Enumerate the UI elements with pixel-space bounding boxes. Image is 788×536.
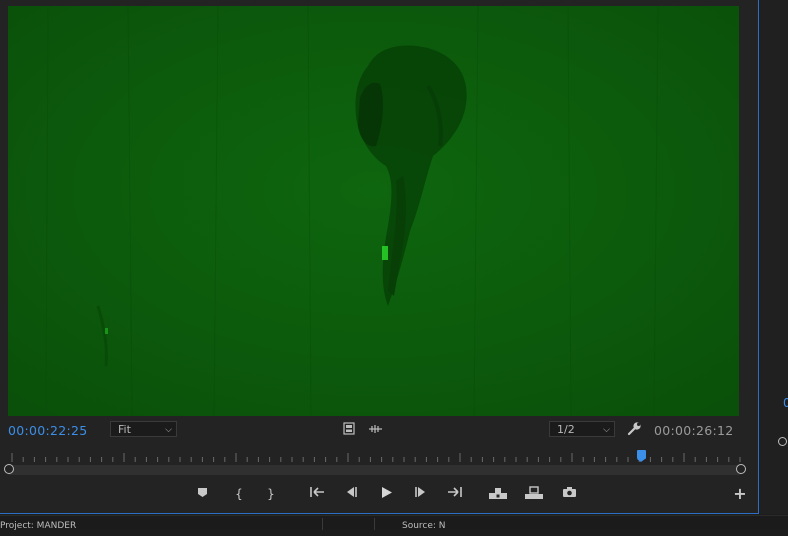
play-button[interactable] — [378, 486, 394, 502]
tab-divider — [374, 518, 375, 530]
go-to-out-button[interactable] — [446, 486, 464, 502]
right-panel-track-handle[interactable] — [778, 437, 787, 446]
step-forward-icon — [415, 487, 425, 497]
scrub-track[interactable] — [8, 465, 741, 475]
go-to-in-icon — [310, 487, 324, 497]
duration-timecode: 00:00:26:12 — [654, 423, 734, 438]
step-back-button[interactable] — [343, 486, 359, 502]
export-frame-button[interactable] — [561, 486, 577, 502]
go-to-out-icon — [448, 487, 462, 497]
chevron-down-icon: ⌵ — [165, 425, 172, 435]
project-tab[interactable]: Project: MANDER — [0, 516, 76, 531]
camera-icon — [562, 487, 576, 497]
chevron-down-icon: ⌵ — [603, 425, 610, 435]
marker-icon — [197, 488, 207, 497]
insert-button[interactable] — [488, 486, 508, 502]
resolution-value: 1/2 — [557, 423, 575, 436]
program-monitor: 00:00:22:25 Fit ⌵ 1/2 ⌵ 00:00:26:12 {} … — [0, 0, 759, 514]
go-to-in-button[interactable] — [308, 486, 326, 502]
mark-out-button[interactable]: } — [265, 486, 277, 502]
overwrite-button[interactable] — [524, 486, 544, 502]
source-tab[interactable]: Source: N — [402, 516, 446, 531]
insert-icon — [489, 488, 507, 499]
step-back-icon — [347, 487, 357, 497]
resolution-select[interactable]: 1/2 ⌵ — [549, 421, 615, 437]
bottom-panel-tabs: Project: MANDER Source: N — [0, 515, 788, 531]
zoom-level-select[interactable]: Fit ⌵ — [110, 421, 177, 437]
film-frame-icon[interactable] — [343, 422, 355, 437]
track-end-handle[interactable] — [736, 464, 746, 474]
step-forward-button[interactable] — [413, 486, 429, 502]
tab-divider — [322, 518, 323, 530]
zoom-level-value: Fit — [118, 423, 131, 436]
add-marker-button[interactable] — [196, 486, 208, 502]
current-timecode[interactable]: 00:00:22:25 — [8, 423, 88, 438]
playhead[interactable] — [636, 450, 646, 462]
video-preview — [8, 6, 739, 416]
track-start-handle[interactable] — [4, 464, 14, 474]
button-editor-button[interactable]: + — [733, 486, 747, 502]
wrench-icon[interactable] — [627, 421, 642, 438]
right-panel-timecode-fragment: 0 — [783, 396, 788, 410]
audio-wave-icon[interactable] — [368, 424, 383, 436]
mark-in-button[interactable]: { — [233, 486, 245, 502]
play-icon — [381, 487, 392, 498]
time-ruler[interactable] — [8, 451, 741, 463]
overwrite-icon — [525, 486, 543, 499]
